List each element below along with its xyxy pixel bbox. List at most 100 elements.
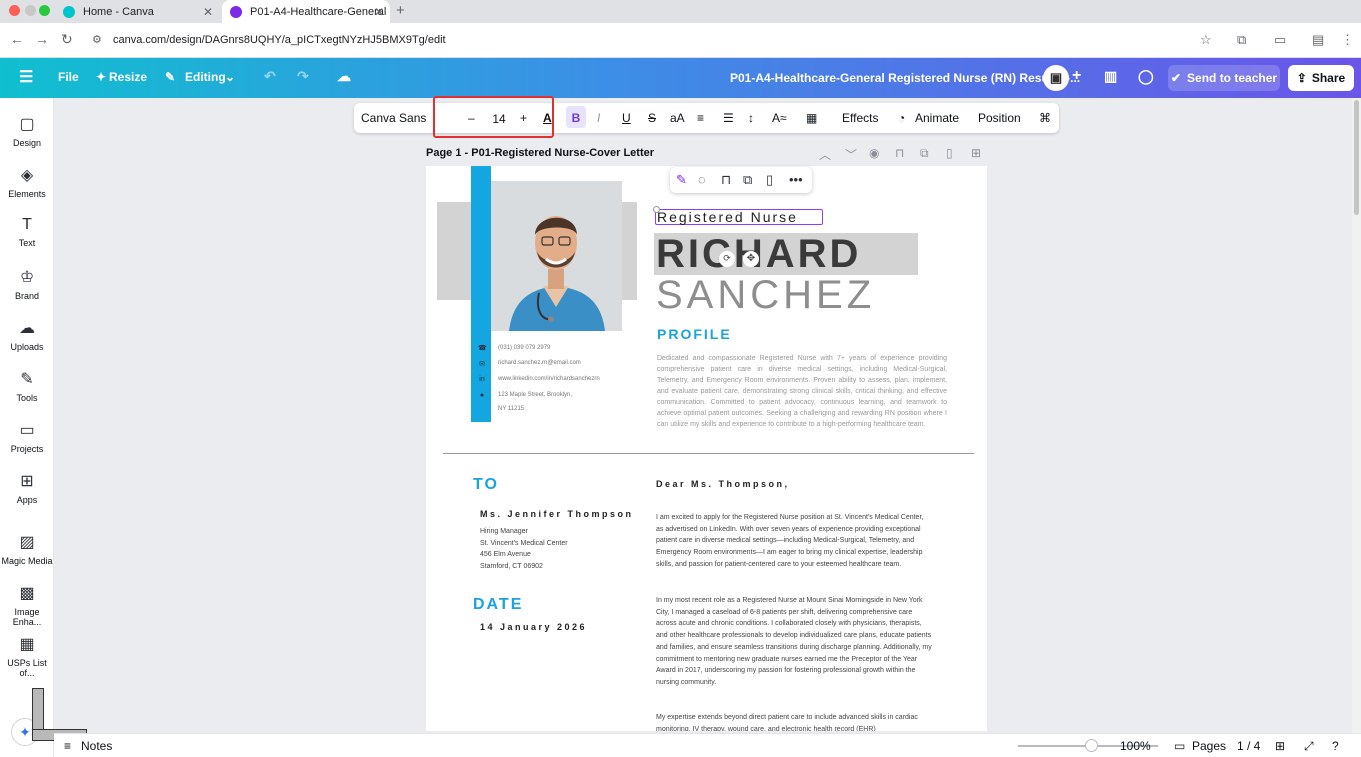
page-down-icon[interactable]: ﹀ bbox=[845, 146, 857, 163]
animate-button[interactable]: Animate bbox=[915, 111, 959, 125]
browser-menu-icon[interactable]: ⋮ bbox=[1341, 32, 1354, 48]
letter-paragraph-3[interactable]: My expertise extends beyond direct patie… bbox=[656, 712, 932, 731]
lock-icon[interactable]: ⊓ bbox=[721, 172, 731, 188]
duplicate-page-icon[interactable]: ⧉ bbox=[920, 146, 929, 161]
role-title[interactable]: Registered Nurse bbox=[657, 209, 798, 225]
recipient-street[interactable]: 456 Elm Avenue bbox=[480, 549, 531, 561]
sidebar-item-usps-list[interactable]: ▦ USPs List of... bbox=[0, 634, 54, 678]
page-title[interactable]: Page 1 - P01-Registered Nurse-Cover Lett… bbox=[426, 147, 654, 159]
bold-icon[interactable]: B bbox=[566, 106, 586, 128]
file-menu[interactable]: File bbox=[58, 70, 79, 84]
menu-hamburger-icon[interactable]: ☰ bbox=[19, 67, 33, 87]
url-field[interactable]: canva.com/design/DAGnrs8UQHY/a_pICTxegtN… bbox=[113, 34, 446, 46]
text-effects-icon[interactable]: A≈ bbox=[772, 111, 787, 125]
sidebar-item-text[interactable]: T Text bbox=[0, 216, 54, 248]
move-handle-icon[interactable]: ✥ bbox=[743, 251, 759, 267]
sidebar-item-image-enhancer[interactable]: ▩ Image Enha... bbox=[0, 583, 54, 627]
format-painter-icon[interactable]: ⌘ bbox=[1039, 111, 1051, 125]
cast-icon[interactable]: ▭ bbox=[1274, 32, 1286, 48]
page-counter[interactable]: 1 / 4 bbox=[1237, 739, 1260, 753]
letter-paragraph-1[interactable]: I am excited to apply for the Registered… bbox=[656, 512, 932, 571]
tab-home-canva[interactable]: Home - Canva ✕ bbox=[55, 0, 219, 23]
document-page[interactable]: ☎ (031) 039 079 2979 ✉ richard.sanchez.r… bbox=[426, 166, 987, 731]
lock-page-icon[interactable]: ⊓ bbox=[895, 146, 904, 160]
letter-paragraph-2[interactable]: In my most recent role as a Registered N… bbox=[656, 595, 932, 689]
recipient-name[interactable]: Ms. Jennifer Thompson bbox=[480, 509, 634, 519]
comments-icon[interactable]: ◯ bbox=[1138, 68, 1154, 85]
extensions-icon[interactable]: ⧉ bbox=[1237, 32, 1246, 48]
sidebar-item-tools[interactable]: ✎ Tools bbox=[0, 369, 54, 403]
hide-page-icon[interactable]: ◉ bbox=[869, 146, 879, 160]
resize-button[interactable]: Resize bbox=[109, 70, 147, 84]
sidebar-item-apps[interactable]: ⊞ Apps bbox=[0, 471, 54, 505]
chevron-down-icon[interactable]: ⌄ bbox=[225, 70, 235, 84]
profile-photo[interactable] bbox=[491, 181, 622, 331]
sidebar-item-magic-media[interactable]: ▨ Magic Media bbox=[0, 532, 54, 566]
recipient-city[interactable]: Stamford, CT 06902 bbox=[480, 561, 543, 573]
letter-case-icon[interactable]: aA bbox=[670, 111, 685, 125]
last-name[interactable]: SANCHEZ bbox=[656, 273, 875, 318]
notes-button[interactable]: Notes bbox=[81, 739, 112, 753]
bookmark-star-icon[interactable]: ☆ bbox=[1200, 32, 1212, 48]
sidebar-item-design[interactable]: ▢ Design bbox=[0, 114, 54, 148]
tab-design[interactable]: P01-A4-Healthcare-General ✕ bbox=[222, 0, 390, 23]
minimize-window-button[interactable] bbox=[25, 5, 36, 16]
site-info-icon[interactable]: ⚙ bbox=[92, 33, 102, 46]
delete-page-icon[interactable]: ▯ bbox=[946, 146, 953, 160]
letter-date[interactable]: 14 January 2026 bbox=[480, 622, 587, 632]
profile-text[interactable]: Dedicated and compassionate Registered N… bbox=[657, 353, 947, 430]
bullet-list-icon[interactable]: ☰ bbox=[723, 111, 734, 125]
page-up-icon[interactable]: ︿ bbox=[819, 146, 831, 163]
design-title[interactable]: P01-A4-Healthcare-General Registered Nur… bbox=[730, 71, 1080, 85]
effects-button[interactable]: Effects bbox=[842, 111, 878, 125]
undo-icon[interactable]: ↶ bbox=[264, 68, 276, 85]
zoom-level[interactable]: 100% bbox=[1120, 739, 1151, 753]
maximize-window-button[interactable] bbox=[39, 5, 50, 16]
scrollbar-thumb[interactable] bbox=[1354, 100, 1359, 215]
chat-extension-icon[interactable]: ▤ bbox=[1312, 32, 1324, 48]
new-tab-button[interactable]: + bbox=[396, 2, 405, 19]
pages-button[interactable]: Pages bbox=[1192, 739, 1226, 753]
fullscreen-icon[interactable]: ⤢ bbox=[1304, 739, 1314, 754]
send-to-teacher-button[interactable]: ✔ Send to teacher bbox=[1168, 65, 1280, 91]
underline-icon[interactable]: U bbox=[622, 111, 631, 125]
transparency-icon[interactable]: ▦ bbox=[806, 111, 817, 125]
sidebar-item-elements[interactable]: ◈ Elements bbox=[0, 165, 54, 199]
magic-edit-icon[interactable]: ✎ bbox=[676, 172, 687, 188]
forward-icon[interactable]: → bbox=[35, 31, 49, 47]
line-spacing-icon[interactable]: ↕ bbox=[748, 111, 754, 125]
recipient-title[interactable]: Hiring Manager bbox=[480, 526, 528, 538]
grid-view-icon[interactable]: ⊞ bbox=[1275, 739, 1285, 753]
close-window-button[interactable] bbox=[9, 5, 20, 16]
redo-icon[interactable]: ↷ bbox=[297, 68, 309, 85]
position-button[interactable]: Position bbox=[978, 111, 1021, 125]
more-options-icon[interactable]: ••• bbox=[789, 172, 803, 187]
sidebar-item-uploads[interactable]: ☁ Uploads bbox=[0, 318, 54, 352]
zoom-slider-knob[interactable] bbox=[1084, 739, 1098, 752]
add-collaborator-icon[interactable]: + bbox=[1072, 67, 1081, 85]
strikethrough-icon[interactable]: S bbox=[648, 111, 656, 125]
reload-icon[interactable]: ↻ bbox=[61, 31, 73, 48]
sidebar-item-brand[interactable]: ♔ Brand bbox=[0, 267, 54, 301]
back-icon[interactable]: ← bbox=[10, 31, 24, 47]
align-left-icon[interactable]: ≡ bbox=[697, 111, 704, 125]
share-button[interactable]: ⇪ Share bbox=[1288, 65, 1354, 91]
rotate-handle-icon[interactable]: ⟳ bbox=[719, 251, 735, 267]
italic-icon[interactable]: I bbox=[597, 111, 600, 125]
editing-mode-dropdown[interactable]: Editing bbox=[185, 70, 226, 84]
cloud-save-icon[interactable]: ☁ bbox=[337, 68, 351, 85]
delete-icon[interactable]: ▯ bbox=[766, 172, 773, 188]
add-page-icon[interactable]: ⊞ bbox=[971, 146, 981, 160]
help-icon[interactable]: ? bbox=[1332, 739, 1339, 753]
duplicate-icon[interactable]: ⧉ bbox=[743, 172, 752, 188]
comment-icon[interactable]: ◌ bbox=[698, 172, 706, 187]
first-name[interactable]: RICHARD bbox=[656, 232, 861, 277]
profile-heading[interactable]: PROFILE bbox=[657, 326, 732, 342]
tab-close-icon[interactable]: ✕ bbox=[374, 5, 384, 19]
sidebar-item-projects[interactable]: ▭ Projects bbox=[0, 420, 54, 454]
salutation[interactable]: Dear Ms. Thompson, bbox=[656, 479, 790, 489]
date-heading[interactable]: DATE bbox=[473, 596, 523, 614]
canvas-scrollbar[interactable] bbox=[1352, 98, 1361, 733]
comment-avatar-icon[interactable]: ▣ bbox=[1043, 65, 1069, 91]
to-heading[interactable]: TO bbox=[473, 476, 499, 494]
